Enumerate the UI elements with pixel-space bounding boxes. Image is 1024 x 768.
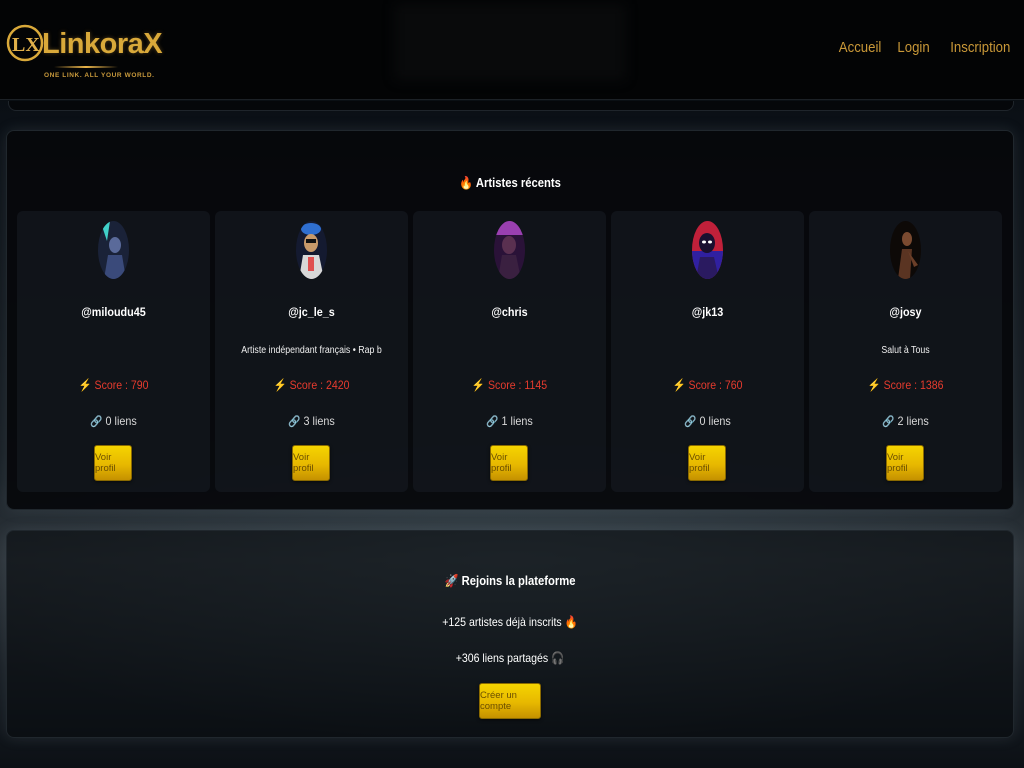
view-profile-button[interactable]: Voir profil	[688, 445, 726, 481]
logo-mark-icon: LX	[6, 24, 44, 62]
artist-bio: Salut à Tous	[881, 345, 930, 356]
artist-handle[interactable]: @chris	[423, 305, 597, 319]
artist-links-text: 3 liens	[303, 414, 335, 428]
join-platform-panel: 🚀 Rejoins la plateforme +125 artistes dé…	[6, 530, 1014, 738]
artist-links: 🔗 3 liens	[225, 414, 399, 428]
artist-score: ⚡ Score : 1145	[425, 378, 595, 392]
avatar[interactable]	[890, 221, 921, 279]
artist-card: @jk13 ⚡ Score : 760 🔗 0 liens Voir profi…	[611, 211, 804, 492]
artist-links-text: 2 liens	[897, 414, 929, 428]
view-profile-button[interactable]: Voir profil	[292, 445, 330, 481]
artists-count: +125 artistes déjà inscrits 🔥	[67, 615, 952, 629]
artist-score-text: Score : 760	[688, 378, 743, 392]
join-title: 🚀 Rejoins la plateforme	[57, 574, 962, 589]
artist-score: ⚡ Score : 1386	[821, 378, 991, 392]
site-header: LX LinkoraX ONE LINK. ALL YOUR WORLD. Ac…	[0, 0, 1024, 100]
avatar[interactable]	[494, 221, 525, 279]
artist-links-text: 0 liens	[699, 414, 731, 428]
fire-icon: 🔥	[459, 176, 474, 190]
lightning-icon: ⚡	[273, 378, 287, 392]
avatar-image	[98, 221, 129, 279]
create-account-button[interactable]: Créer un compte	[479, 683, 541, 719]
links-count-text: +306 liens partagés	[455, 651, 549, 665]
artist-handle[interactable]: @miloudu45	[27, 305, 201, 319]
join-title-text: Rejoins la plateforme	[461, 574, 576, 588]
artist-card: @jc_le_s Artiste indépendant français • …	[215, 211, 408, 492]
avatar[interactable]	[692, 221, 723, 279]
view-profile-button[interactable]: Voir profil	[886, 445, 924, 481]
svg-text:LX: LX	[12, 34, 40, 56]
nav-login[interactable]: Login	[897, 39, 929, 56]
artist-links-text: 0 liens	[105, 414, 137, 428]
link-icon: 🔗	[90, 416, 103, 428]
fire-icon: 🔥	[564, 615, 578, 629]
artist-links-text: 1 liens	[501, 414, 533, 428]
link-icon: 🔗	[684, 416, 697, 428]
lightning-icon: ⚡	[471, 378, 486, 392]
lightning-icon: ⚡	[672, 378, 686, 392]
nav-accueil[interactable]: Accueil	[838, 39, 881, 56]
logo-divider	[54, 66, 118, 68]
avatar-image	[890, 221, 921, 279]
nav-inscription[interactable]: Inscription	[950, 39, 1010, 56]
artist-card: @chris ⚡ Score : 1145 🔗 1 liens Voir pro…	[413, 211, 606, 492]
artist-handle[interactable]: @jk13	[621, 305, 795, 319]
links-count: +306 liens partagés 🎧	[67, 651, 952, 665]
avatar[interactable]	[98, 221, 129, 279]
artist-links: 🔗 2 liens	[819, 414, 993, 428]
artists-count-text: +125 artistes déjà inscrits	[442, 615, 562, 629]
logo-name: LinkoraX	[42, 28, 163, 60]
artist-score-text: Score : 790	[94, 378, 149, 392]
view-profile-button[interactable]: Voir profil	[94, 445, 132, 481]
artist-score-text: Score : 2420	[289, 378, 350, 392]
recent-artists-title-text: Artistes récents	[475, 176, 561, 190]
recent-artists-title: 🔥 Artistes récents	[57, 176, 962, 191]
artist-score: ⚡ Score : 760	[623, 378, 793, 392]
artist-links: 🔗 1 liens	[423, 414, 597, 428]
artist-card: @josy Salut à Tous ⚡ Score : 1386 🔗 2 li…	[809, 211, 1002, 492]
artist-score: ⚡ Score : 790	[29, 378, 199, 392]
artist-links: 🔗 0 liens	[621, 414, 795, 428]
artist-card: @miloudu45 ⚡ Score : 790 🔗 0 liens Voir …	[17, 211, 210, 492]
link-icon: 🔗	[288, 416, 301, 428]
artist-bio: Artiste indépendant français • Rap b	[241, 345, 382, 356]
avatar-image	[692, 221, 723, 279]
artist-cards: @miloudu45 ⚡ Score : 790 🔗 0 liens Voir …	[17, 211, 1002, 492]
artist-score-text: Score : 1145	[487, 378, 548, 392]
logo[interactable]: LX LinkoraX ONE LINK. ALL YOUR WORLD.	[2, 14, 163, 86]
main-nav: Accueil Login Inscription	[833, 39, 1010, 56]
link-icon: 🔗	[882, 416, 895, 428]
artist-handle[interactable]: @josy	[819, 305, 993, 319]
blurred-banner	[395, 4, 625, 80]
rocket-icon: 🚀	[444, 574, 459, 588]
logo-tagline: ONE LINK. ALL YOUR WORLD.	[44, 72, 155, 79]
artist-score-text: Score : 1386	[883, 378, 944, 392]
avatar-image	[494, 221, 525, 279]
artist-score: ⚡ Score : 2420	[227, 378, 397, 392]
artist-handle[interactable]: @jc_le_s	[225, 305, 399, 319]
lightning-icon: ⚡	[867, 378, 881, 392]
link-icon: 🔗	[486, 416, 499, 428]
recent-artists-panel: 🔥 Artistes récents @miloudu45 ⚡ Score : …	[6, 130, 1014, 510]
lightning-icon: ⚡	[78, 378, 92, 392]
artist-links: 🔗 0 liens	[27, 414, 201, 428]
header-separator	[8, 101, 1014, 111]
headphones-icon: 🎧	[551, 651, 565, 665]
view-profile-button[interactable]: Voir profil	[490, 445, 528, 481]
avatar[interactable]	[296, 221, 327, 279]
avatar-image	[296, 221, 327, 279]
